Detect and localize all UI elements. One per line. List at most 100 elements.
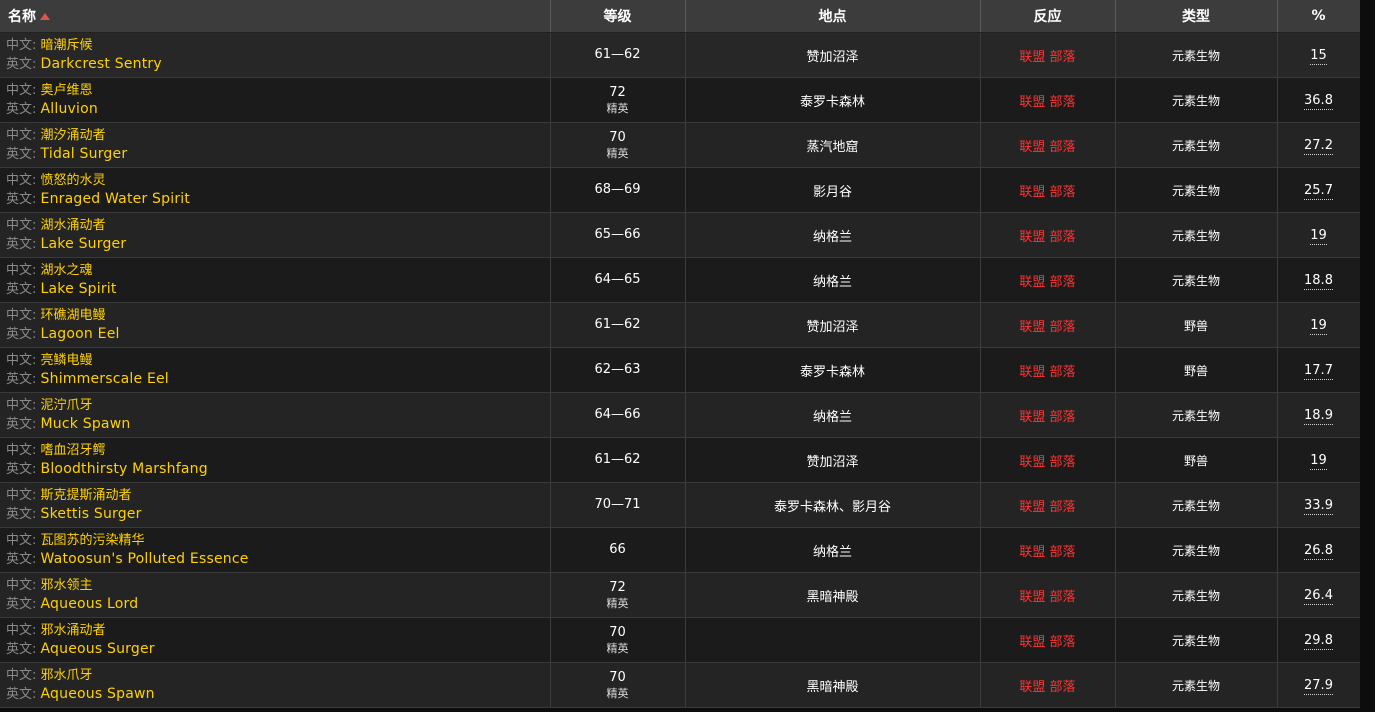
english-name-link[interactable]: Lagoon Eel — [41, 326, 120, 342]
level-value: 66 — [609, 542, 626, 557]
location-cell[interactable]: 泰罗卡森林 — [685, 77, 981, 123]
english-label: 英文: — [6, 236, 37, 252]
table-row[interactable]: 中文: 泥泞爪牙 英文: Muck Spawn 64—66 纳格兰 联盟 部落 元素生物 1… — [0, 392, 1361, 438]
table-row[interactable]: 中文: 奥卢维恩 英文: Alluvion 72 精英 泰罗卡森林 联盟 部落 元素生物 36… — [0, 77, 1361, 123]
location-cell[interactable]: 黑暗神殿 — [685, 572, 981, 618]
chinese-name-link[interactable]: 亮鳞电鳗 — [41, 353, 93, 368]
table-row[interactable]: 中文: 邪水领主 英文: Aqueous Lord 72 精英 黑暗神殿 联盟 部落 元素生… — [0, 572, 1361, 618]
percent-value[interactable]: 26.8 — [1304, 542, 1333, 560]
location-cell[interactable]: 纳格兰 — [685, 212, 981, 258]
chinese-name-link[interactable]: 暗潮斥候 — [41, 38, 93, 53]
type-cell[interactable]: 野兽 — [1115, 347, 1278, 393]
type-cell[interactable]: 元素生物 — [1115, 392, 1278, 438]
location-cell[interactable]: 泰罗卡森林 — [685, 347, 981, 393]
column-header-level[interactable]: 等级 — [550, 0, 686, 33]
type-cell[interactable]: 元素生物 — [1115, 212, 1278, 258]
percent-value[interactable]: 25.7 — [1304, 182, 1333, 200]
location-cell[interactable]: 赞加沼泽 — [685, 32, 981, 78]
chinese-name-link[interactable]: 湖水之魂 — [41, 263, 93, 278]
type-cell[interactable]: 元素生物 — [1115, 527, 1278, 573]
type-cell[interactable]: 元素生物 — [1115, 572, 1278, 618]
table-row[interactable]: 中文: 斯克提斯涌动者 英文: Skettis Surger 70—71 泰罗卡森林、… — [0, 482, 1361, 528]
english-name-link[interactable]: Lake Surger — [41, 236, 127, 252]
english-name-link[interactable]: Enraged Water Spirit — [41, 191, 191, 207]
column-header-percent[interactable]: % — [1277, 0, 1361, 33]
location-cell[interactable]: 纳格兰 — [685, 527, 981, 573]
english-name-link[interactable]: Lake Spirit — [41, 281, 117, 297]
table-row[interactable]: 中文: 邪水爪牙 英文: Aqueous Spawn 70 精英 黑暗神殿 联盟 部落 元素… — [0, 662, 1361, 708]
table-row[interactable]: 中文: 亮鳞电鳗 英文: Shimmerscale Eel 62—63 泰罗卡森林 联盟… — [0, 347, 1361, 393]
percent-value[interactable]: 18.8 — [1304, 272, 1333, 290]
english-name-link[interactable]: Tidal Surger — [41, 146, 128, 162]
table-row[interactable]: 中文: 愤怒的水灵 英文: Enraged Water Spirit 68—69 影月… — [0, 167, 1361, 213]
chinese-name-link[interactable]: 潮汐涌动者 — [41, 128, 106, 143]
english-name-link[interactable]: Watoosun's Polluted Essence — [41, 551, 249, 567]
type-cell[interactable]: 元素生物 — [1115, 32, 1278, 78]
chinese-name-link[interactable]: 奥卢维恩 — [41, 83, 93, 98]
location-cell[interactable]: 赞加沼泽 — [685, 437, 981, 483]
english-name-link[interactable]: Alluvion — [41, 101, 98, 117]
type-cell[interactable]: 元素生物 — [1115, 77, 1278, 123]
location-cell[interactable]: 赞加沼泽 — [685, 302, 981, 348]
percent-value[interactable]: 19 — [1310, 227, 1327, 245]
table-row[interactable]: 中文: 潮汐涌动者 英文: Tidal Surger 70 精英 蒸汽地窟 联盟 部落 元素… — [0, 122, 1361, 168]
column-header-name[interactable]: 名称 — [0, 0, 551, 33]
column-header-location[interactable]: 地点 — [685, 0, 981, 33]
column-header-reaction[interactable]: 反应 — [980, 0, 1116, 33]
chinese-name-link[interactable]: 湖水涌动者 — [41, 218, 106, 233]
percent-value[interactable]: 33.9 — [1304, 497, 1333, 515]
location-cell[interactable]: 影月谷 — [685, 167, 981, 213]
type-cell[interactable]: 元素生物 — [1115, 257, 1278, 303]
location-cell[interactable]: 纳格兰 — [685, 257, 981, 303]
percent-value[interactable]: 18.9 — [1304, 407, 1333, 425]
location-cell[interactable]: 泰罗卡森林、影月谷 — [685, 482, 981, 528]
chinese-name-link[interactable]: 嗜血沼牙鳄 — [41, 443, 106, 458]
percent-value[interactable]: 27.2 — [1304, 137, 1333, 155]
table-row[interactable]: 中文: 瓦图苏的污染精华 英文: Watoosun's Polluted Esse… — [0, 527, 1361, 573]
english-name-link[interactable]: Muck Spawn — [41, 416, 131, 432]
percent-value[interactable]: 26.4 — [1304, 587, 1333, 605]
percent-value[interactable]: 15 — [1310, 47, 1327, 65]
percent-value[interactable]: 36.8 — [1304, 92, 1333, 110]
type-cell[interactable]: 元素生物 — [1115, 167, 1278, 213]
location-cell[interactable]: 纳格兰 — [685, 392, 981, 438]
chinese-name-link[interactable]: 泥泞爪牙 — [41, 398, 93, 413]
percent-value[interactable]: 19 — [1310, 452, 1327, 470]
chinese-name-link[interactable]: 斯克提斯涌动者 — [41, 488, 132, 503]
chinese-name-link[interactable]: 邪水涌动者 — [41, 623, 106, 638]
percent-value[interactable]: 27.9 — [1304, 677, 1333, 695]
type-cell[interactable]: 元素生物 — [1115, 482, 1278, 528]
type-cell[interactable]: 野兽 — [1115, 437, 1278, 483]
chinese-name-link[interactable]: 环礁湖电鳗 — [41, 308, 106, 323]
scrollbar-track[interactable] — [1360, 0, 1375, 712]
english-name-link[interactable]: Aqueous Lord — [41, 596, 139, 612]
percent-value[interactable]: 19 — [1310, 317, 1327, 335]
table-row[interactable]: 中文: 湖水涌动者 英文: Lake Surger 65—66 纳格兰 联盟 部落 元素生… — [0, 212, 1361, 258]
chinese-name-line: 中文: 湖水涌动者 — [6, 217, 550, 235]
type-cell[interactable]: 元素生物 — [1115, 662, 1278, 708]
chinese-name-link[interactable]: 瓦图苏的污染精华 — [41, 533, 145, 548]
location-cell[interactable] — [685, 617, 981, 663]
type-cell[interactable]: 元素生物 — [1115, 617, 1278, 663]
column-header-type[interactable]: 类型 — [1115, 0, 1278, 33]
location-cell[interactable]: 蒸汽地窟 — [685, 122, 981, 168]
percent-value[interactable]: 29.8 — [1304, 632, 1333, 650]
table-row[interactable]: 中文: 嗜血沼牙鳄 英文: Bloodthirsty Marshfang 61—62… — [0, 437, 1361, 483]
english-name-link[interactable]: Shimmerscale Eel — [41, 371, 169, 387]
table-row[interactable]: 中文: 环礁湖电鳗 英文: Lagoon Eel 61—62 赞加沼泽 联盟 部落 野兽 1… — [0, 302, 1361, 348]
english-name-link[interactable]: Darkcrest Sentry — [41, 56, 162, 72]
percent-value[interactable]: 17.7 — [1304, 362, 1333, 380]
table-row[interactable]: 中文: 暗潮斥候 英文: Darkcrest Sentry 61—62 赞加沼泽 联盟 … — [0, 32, 1361, 78]
location-cell[interactable]: 黑暗神殿 — [685, 662, 981, 708]
english-name-link[interactable]: Aqueous Surger — [41, 641, 155, 657]
table-row[interactable]: 中文: 湖水之魂 英文: Lake Spirit 64—65 纳格兰 联盟 部落 元素生物… — [0, 257, 1361, 303]
type-cell[interactable]: 野兽 — [1115, 302, 1278, 348]
type-cell[interactable]: 元素生物 — [1115, 122, 1278, 168]
english-name-link[interactable]: Skettis Surger — [41, 506, 142, 522]
chinese-name-link[interactable]: 邪水爪牙 — [41, 668, 93, 683]
english-name-link[interactable]: Bloodthirsty Marshfang — [41, 461, 208, 477]
chinese-name-link[interactable]: 邪水领主 — [41, 578, 93, 593]
english-name-link[interactable]: Aqueous Spawn — [41, 686, 155, 702]
table-row[interactable]: 中文: 邪水涌动者 英文: Aqueous Surger 70 精英 联盟 部落 元素生物… — [0, 617, 1361, 663]
chinese-name-link[interactable]: 愤怒的水灵 — [41, 173, 106, 188]
